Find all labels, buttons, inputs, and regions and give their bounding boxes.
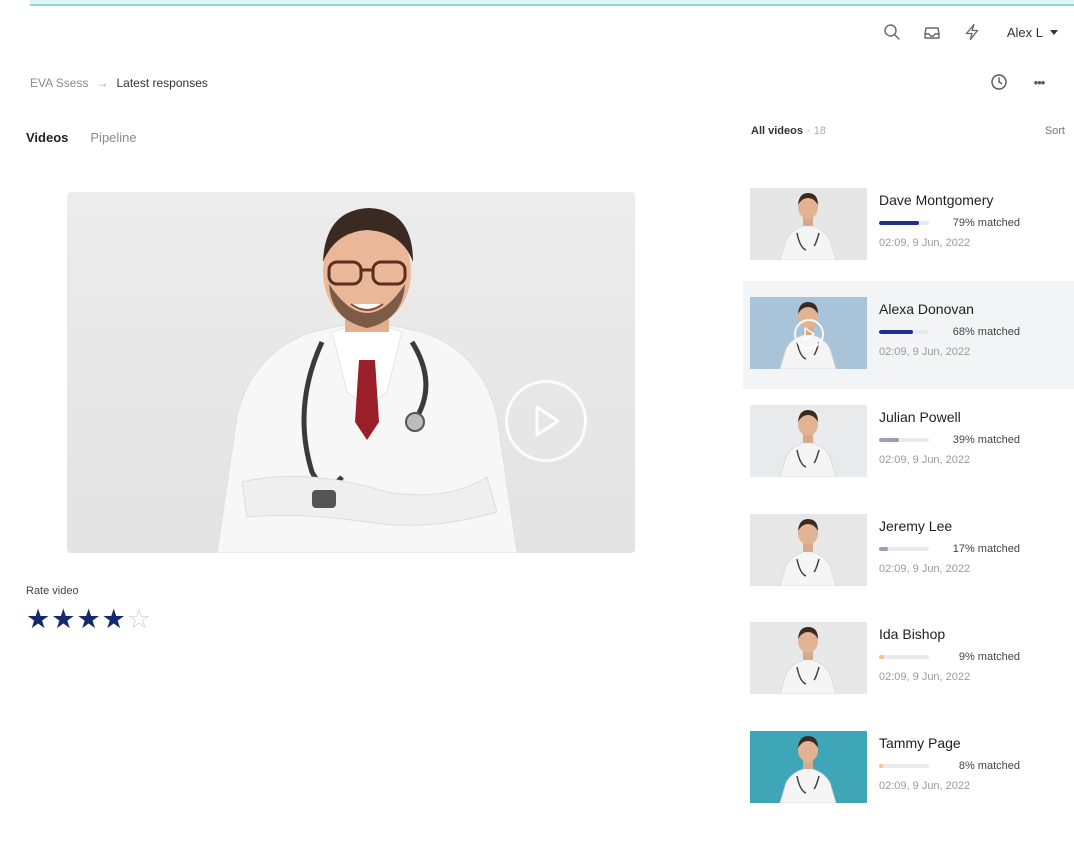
view-tabs: Videos Pipeline xyxy=(26,130,137,145)
breadcrumb: EVA Ssess → Latest responses xyxy=(30,76,208,90)
match-score: 17% matched xyxy=(879,542,1020,556)
video-thumbnail xyxy=(750,622,867,694)
video-thumbnail xyxy=(750,405,867,477)
person-thumbnail-image xyxy=(750,730,867,803)
sort-button[interactable]: Sort xyxy=(1045,125,1065,137)
video-list-item[interactable]: Tammy Page 8% matched 02:09, 9 Jun, 2022 xyxy=(743,715,1074,824)
candidate-name: Jeremy Lee xyxy=(879,517,953,534)
video-thumbnail xyxy=(750,188,867,260)
more-icon[interactable]: ••• xyxy=(1028,71,1050,93)
play-icon[interactable] xyxy=(505,380,587,462)
match-progress-bar xyxy=(879,221,929,225)
match-progress-bar xyxy=(879,655,929,659)
person-thumbnail-image xyxy=(750,188,867,260)
video-timestamp: 02:09, 9 Jun, 2022 xyxy=(879,671,971,683)
search-icon[interactable] xyxy=(881,21,903,43)
video-list-item[interactable]: Ida Bishop 9% matched 02:09, 9 Jun, 2022 xyxy=(743,606,1074,715)
match-percentage: 68% matched xyxy=(952,325,1020,338)
top-accent-strip xyxy=(30,0,1074,6)
match-percentage: 79% matched xyxy=(952,217,1020,229)
star-rating[interactable]: ★ ★ ★ ★ ☆ xyxy=(26,604,151,634)
match-score: 39% matched xyxy=(879,433,1020,447)
doctor-portrait-image xyxy=(216,208,518,553)
user-menu[interactable]: Alex L xyxy=(1007,25,1058,40)
star-empty-icon[interactable]: ☆ xyxy=(127,604,151,634)
breadcrumb-root[interactable]: EVA Ssess xyxy=(30,76,88,90)
breadcrumb-current: Latest responses xyxy=(116,76,208,90)
match-progress-fill xyxy=(879,221,919,225)
video-list: Dave Montgomery 79% matched 02:09, 9 Jun… xyxy=(743,172,1074,823)
match-percentage: 39% matched xyxy=(952,434,1020,446)
video-list-item[interactable]: Julian Powell 39% matched 02:09, 9 Jun, … xyxy=(743,389,1074,498)
match-score: 68% matched xyxy=(879,325,1020,339)
star-filled-icon[interactable]: ★ xyxy=(26,604,50,634)
video-list-item[interactable]: Alexa Donovan 68% matched 02:09, 9 Jun, … xyxy=(743,280,1074,389)
match-progress-fill xyxy=(879,438,899,442)
star-filled-icon[interactable]: ★ xyxy=(51,604,75,634)
match-progress-bar xyxy=(879,546,929,551)
user-name: Alex L xyxy=(1006,24,1043,40)
star-filled-icon[interactable]: ★ xyxy=(102,604,126,634)
top-bar: Alex L xyxy=(881,18,1058,46)
lightning-icon[interactable] xyxy=(961,21,983,43)
match-score: 9% matched xyxy=(879,650,1020,664)
match-progress-fill xyxy=(879,329,913,334)
video-timestamp: 02:09, 9 Jun, 2022 xyxy=(879,237,971,249)
play-icon[interactable] xyxy=(794,318,824,349)
video-player[interactable] xyxy=(67,192,635,553)
match-percentage: 9% matched xyxy=(958,651,1020,663)
chevron-down-icon xyxy=(1050,29,1058,35)
video-count: · 18 xyxy=(806,125,826,137)
match-progress-fill xyxy=(879,763,883,768)
video-timestamp: 02:09, 9 Jun, 2022 xyxy=(879,454,971,466)
video-list-item[interactable]: Jeremy Lee 17% matched 02:09, 9 Jun, 202… xyxy=(743,498,1074,607)
candidate-name: Alexa Donovan xyxy=(879,300,974,317)
person-thumbnail-image xyxy=(750,622,867,694)
match-score: 79% matched xyxy=(879,216,1020,230)
video-thumbnail xyxy=(750,730,867,803)
match-progress-bar xyxy=(879,329,929,334)
video-thumbnail xyxy=(750,296,867,369)
video-list-item[interactable]: Dave Montgomery 79% matched 02:09, 9 Jun… xyxy=(743,172,1074,281)
star-filled-icon[interactable]: ★ xyxy=(76,604,100,634)
arrow-right-icon: → xyxy=(96,76,109,90)
match-progress-bar xyxy=(879,438,929,442)
person-thumbnail-image xyxy=(750,513,867,586)
rate-video-label: Rate video xyxy=(26,585,79,597)
candidate-name: Tammy Page xyxy=(879,734,961,751)
video-list-header: All videos · 18 Sort xyxy=(751,125,1065,137)
header-actions: ••• xyxy=(988,71,1050,93)
candidate-name: Dave Montgomery xyxy=(879,192,994,208)
person-thumbnail-image xyxy=(750,405,867,477)
match-score: 8% matched xyxy=(879,759,1020,773)
match-progress-bar xyxy=(879,763,929,768)
candidate-name: Ida Bishop xyxy=(879,626,946,642)
match-progress-fill xyxy=(879,655,884,659)
candidate-name: Julian Powell xyxy=(879,409,961,425)
tab-videos[interactable]: Videos xyxy=(26,130,68,145)
match-percentage: 17% matched xyxy=(952,542,1020,555)
history-icon[interactable] xyxy=(988,71,1010,93)
inbox-icon[interactable] xyxy=(921,21,943,43)
match-percentage: 8% matched xyxy=(958,759,1020,772)
video-timestamp: 02:09, 9 Jun, 2022 xyxy=(879,779,971,792)
all-videos-label: All videos xyxy=(751,125,803,137)
video-timestamp: 02:09, 9 Jun, 2022 xyxy=(879,562,971,575)
tab-pipeline[interactable]: Pipeline xyxy=(90,130,136,145)
match-progress-fill xyxy=(879,546,888,551)
all-videos-title: All videos · 18 xyxy=(751,125,826,137)
video-thumbnail xyxy=(750,513,867,586)
video-timestamp: 02:09, 9 Jun, 2022 xyxy=(879,345,971,358)
